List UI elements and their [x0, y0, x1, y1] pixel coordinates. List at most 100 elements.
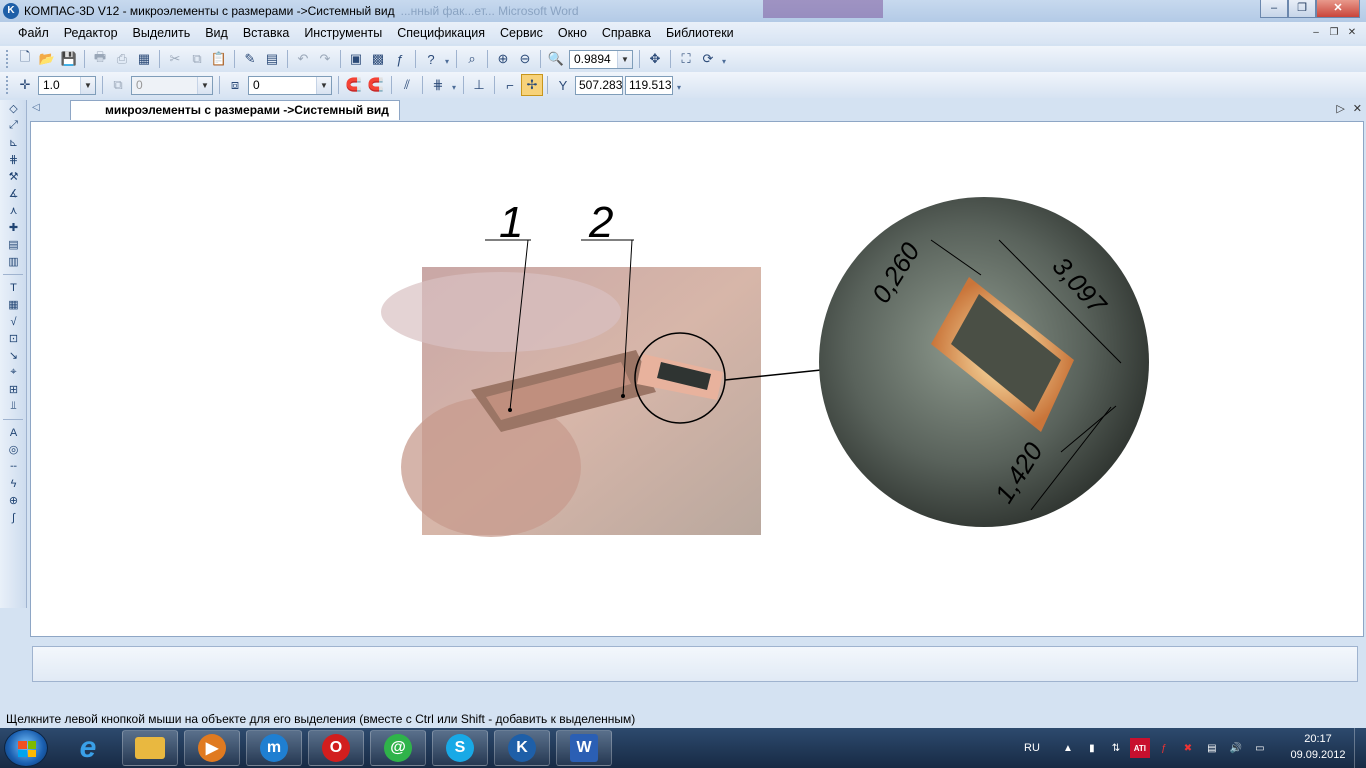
view-combo[interactable]: 0 ▼	[131, 75, 213, 95]
menu-view[interactable]: Вид	[205, 26, 228, 40]
manager-icon[interactable]: ▣	[345, 48, 367, 70]
zoom-scale-icon[interactable]: 🔍	[545, 48, 567, 70]
zoom-in-icon[interactable]: ⊕	[492, 48, 514, 70]
scroll-right-icon[interactable]: ▷	[1336, 102, 1344, 115]
doc-restore-button[interactable]: ❐	[1326, 25, 1342, 40]
menu-specification[interactable]: Спецификация	[397, 26, 485, 40]
pan-icon[interactable]: ✥	[644, 48, 666, 70]
notation-icon[interactable]: ⊾	[0, 134, 27, 151]
menu-file[interactable]: Файл	[18, 26, 49, 40]
layer-combo[interactable]: 0 ▼	[248, 75, 332, 95]
chevron-down-icon[interactable]: ▼	[316, 76, 331, 94]
menu-select[interactable]: Выделить	[133, 26, 191, 40]
doc-minimize-button[interactable]: –	[1308, 25, 1324, 40]
position-icon[interactable]: ⊞	[0, 381, 27, 398]
magnified-detail[interactable]: 0,260 3,097 1,420	[819, 197, 1149, 527]
ortho-mode-icon[interactable]: ⌐	[499, 74, 521, 96]
show-hidden-icons-icon[interactable]: ▲	[1058, 738, 1078, 758]
step-combo[interactable]: 1.0 ▼	[38, 75, 96, 95]
copy-icon[interactable]: ⧉	[186, 48, 208, 70]
reports-icon[interactable]: ▥	[0, 253, 27, 270]
show-all-icon[interactable]: ⛶	[675, 48, 697, 70]
menu-editor[interactable]: Редактор	[64, 26, 118, 40]
volume-icon[interactable]: 🔊	[1226, 738, 1246, 758]
taskbar-explorer[interactable]	[122, 730, 178, 766]
tolerance-icon[interactable]: ⌖	[0, 364, 27, 381]
properties-icon[interactable]: ▤	[261, 48, 283, 70]
local-coordinates-icon[interactable]: ⊥	[468, 74, 490, 96]
doc-close-button[interactable]: ✕	[1344, 25, 1360, 40]
parametric-mode-icon[interactable]: ⫽	[396, 74, 418, 96]
ati-icon[interactable]: ATI	[1129, 738, 1150, 758]
parametrization-icon[interactable]: ⚒	[0, 168, 27, 185]
print-icon[interactable]: 🖶	[89, 48, 111, 70]
dimensions-icon[interactable]: ⤢	[0, 117, 27, 134]
coord-x-field[interactable]: 507.283	[575, 75, 623, 95]
toolbar-grip[interactable]	[6, 76, 10, 94]
toolbar-overflow-icon[interactable]: ▾	[449, 75, 459, 95]
network-icon[interactable]: ⇅	[1106, 738, 1126, 758]
kompas-app-icon[interactable]: K	[3, 3, 19, 19]
sample-photo[interactable]	[381, 267, 761, 537]
device-icon[interactable]: ▮	[1082, 738, 1102, 758]
edit-icon[interactable]: ⋕	[0, 151, 27, 168]
show-desktop-button[interactable]	[1354, 728, 1366, 768]
wave-line-icon[interactable]: ϟ	[0, 475, 27, 492]
geometry-icon[interactable]: ◇	[0, 100, 27, 117]
associative-views-icon[interactable]: ✚	[0, 219, 27, 236]
close-button[interactable]: ✕	[1316, 0, 1360, 18]
snap-magnet-icon[interactable]: 🧲	[343, 74, 365, 96]
taskbar-mail-agent[interactable]: @	[370, 730, 426, 766]
paste-icon[interactable]: 📋	[208, 48, 230, 70]
taskbar-maxthon[interactable]: m	[246, 730, 302, 766]
measure-icon[interactable]: ∡	[0, 185, 27, 202]
chevron-down-icon[interactable]: ▼	[617, 50, 632, 68]
scroll-left-icon[interactable]: ◁	[32, 102, 40, 113]
drawing-canvas[interactable]: 1 2 0,260 3,097 1,420	[30, 121, 1364, 637]
menu-insert[interactable]: Вставка	[243, 26, 289, 40]
refresh-icon[interactable]: ⟳	[697, 48, 719, 70]
language-indicator[interactable]: RU	[1024, 742, 1040, 754]
menu-window[interactable]: Окно	[558, 26, 587, 40]
minimize-button[interactable]: –	[1260, 0, 1288, 18]
chevron-down-icon[interactable]: ▼	[197, 76, 212, 94]
usb-icon[interactable]: ▤	[1202, 738, 1222, 758]
close-tab-icon[interactable]: ✕	[1353, 102, 1362, 115]
curve-icon[interactable]: ∫	[0, 509, 27, 526]
toolbar-overflow-icon[interactable]: ▾	[719, 49, 729, 69]
taskbar-word[interactable]: W	[556, 730, 612, 766]
help-pointer-icon[interactable]: ?	[420, 48, 442, 70]
battery-icon[interactable]: ▭	[1250, 738, 1270, 758]
maximize-button[interactable]: ❐	[1288, 0, 1316, 18]
toolbar-overflow-icon[interactable]: ▾	[442, 49, 452, 69]
taskbar-kompas[interactable]: K	[494, 730, 550, 766]
preview-icon[interactable]: ▦	[133, 48, 155, 70]
save-icon[interactable]: 💾	[58, 48, 80, 70]
table-icon[interactable]: ▦	[0, 296, 27, 313]
menu-tools[interactable]: Инструменты	[304, 26, 382, 40]
arrow-view-icon[interactable]: A	[0, 424, 27, 441]
cut-icon[interactable]: ✂	[164, 48, 186, 70]
coord-y-field[interactable]: 119.513	[625, 75, 673, 95]
flash-icon[interactable]: ƒ	[1154, 738, 1174, 758]
axis-icon[interactable]: ⫫	[0, 398, 27, 415]
zoom-combo[interactable]: 0.9894 ▼	[569, 49, 633, 69]
antivirus-icon[interactable]: ✖	[1178, 738, 1198, 758]
menu-help[interactable]: Справка	[602, 26, 651, 40]
redo-icon[interactable]: ↷	[314, 48, 336, 70]
spec-icon[interactable]: ▤	[0, 236, 27, 253]
base-icon[interactable]: ⊡	[0, 330, 27, 347]
taskbar-opera[interactable]: O	[308, 730, 364, 766]
toolbar-grip[interactable]	[6, 50, 10, 68]
selection-icon[interactable]: ⋏	[0, 202, 27, 219]
start-button[interactable]	[4, 729, 48, 767]
zoom-window-icon[interactable]: ⌕	[461, 48, 483, 70]
open-folder-icon[interactable]: 📂	[36, 48, 58, 70]
chevron-down-icon[interactable]: ▼	[80, 76, 95, 94]
roughness-icon[interactable]: √	[0, 313, 27, 330]
center-mark-icon[interactable]: ⊕	[0, 492, 27, 509]
line-break-icon[interactable]: ╌	[0, 458, 27, 475]
variables-icon[interactable]: ▩	[367, 48, 389, 70]
zoom-out-icon[interactable]: ⊖	[514, 48, 536, 70]
taskbar-skype[interactable]: S	[432, 730, 488, 766]
